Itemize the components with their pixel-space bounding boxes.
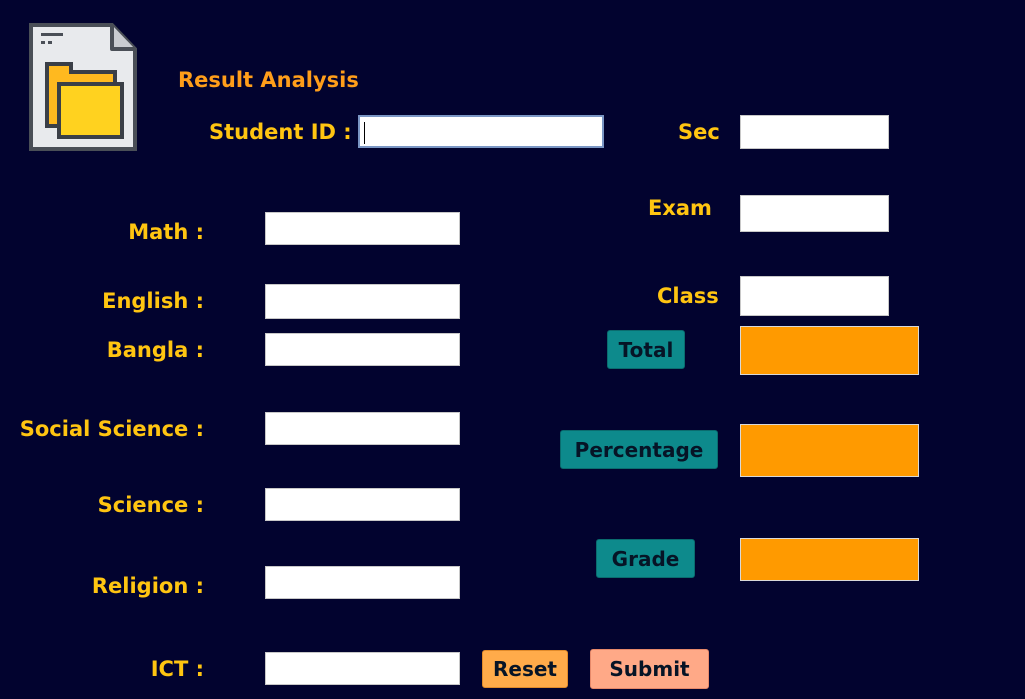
science-input[interactable] — [265, 488, 460, 521]
student-id-input[interactable] — [358, 115, 604, 148]
app-title: Result Analysis — [178, 68, 359, 92]
sec-label: Sec — [678, 120, 720, 144]
percentage-output — [740, 424, 919, 477]
religion-label: Religion : — [91, 574, 204, 598]
science-label: Science : — [97, 493, 204, 517]
bangla-label: Bangla : — [106, 338, 204, 362]
class-input[interactable] — [740, 276, 889, 316]
ict-input[interactable] — [265, 652, 460, 685]
bangla-input[interactable] — [265, 333, 460, 366]
ict-label: ICT : — [150, 657, 204, 681]
math-label: Math : — [128, 220, 204, 244]
social-science-input[interactable] — [265, 412, 460, 445]
text-caret — [364, 122, 365, 144]
exam-label: Exam — [648, 196, 712, 220]
social-science-label: Social Science : — [19, 417, 204, 441]
grade-output — [740, 538, 919, 581]
religion-input[interactable] — [265, 566, 460, 599]
document-folder-icon — [28, 22, 138, 152]
sec-input[interactable] — [740, 115, 889, 149]
class-label: Class — [657, 284, 719, 308]
reset-button[interactable]: Reset — [482, 650, 568, 688]
english-label: English : — [102, 289, 204, 313]
total-button[interactable]: Total — [607, 330, 685, 369]
english-input[interactable] — [265, 284, 460, 319]
student-id-label: Student ID : — [209, 120, 352, 144]
grade-button[interactable]: Grade — [596, 539, 695, 578]
result-analysis-window: Result Analysis Student ID : Sec Exam Cl… — [0, 0, 1025, 699]
total-output — [740, 326, 919, 375]
percentage-button[interactable]: Percentage — [560, 430, 718, 469]
exam-input[interactable] — [740, 195, 889, 232]
math-input[interactable] — [265, 212, 460, 245]
submit-button[interactable]: Submit — [590, 649, 709, 689]
